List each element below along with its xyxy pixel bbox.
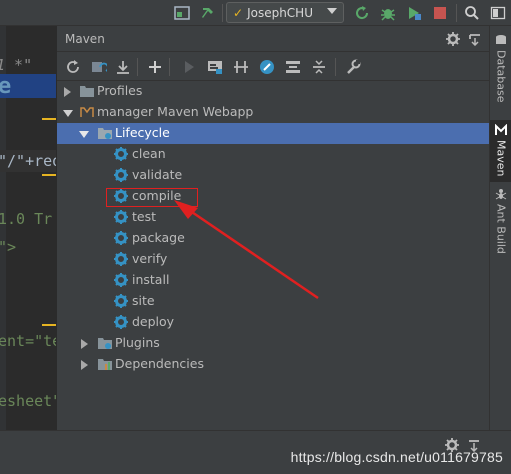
- annotation-arrow: [174, 200, 319, 300]
